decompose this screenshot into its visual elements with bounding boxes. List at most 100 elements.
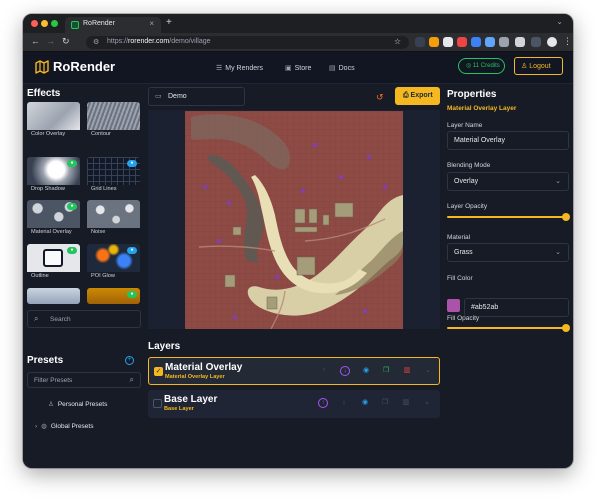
download-icon[interactable] [515,37,525,47]
layer-checkbox[interactable]: ✓ [154,367,163,376]
url-host: rorender.com [128,38,170,45]
effect-color-overlay[interactable]: Color Overlay [27,102,80,142]
slider-handle[interactable] [562,213,570,221]
effect-outline[interactable]: ● Outline [27,244,80,284]
reload-icon[interactable]: ↻ [62,36,70,47]
nav-label: My Renders [225,65,264,72]
trash-icon[interactable]: ▥ [402,366,412,376]
fill-opacity-slider[interactable] [447,324,570,332]
effect-partial[interactable] [27,288,80,304]
eye-icon[interactable]: ● [67,160,77,167]
outline-shape [43,249,63,267]
layer-opacity-label: Layer Opacity [447,203,488,210]
effect-partial[interactable]: ● [87,288,140,304]
fill-color-swatch[interactable] [447,299,460,312]
blending-mode-label: Blending Mode [447,162,491,169]
tab-list-chevron-icon[interactable]: ⌄ [556,17,563,26]
close-window-button[interactable] [31,20,38,27]
slider-handle[interactable] [562,324,570,332]
effect-noise[interactable]: Noise [87,200,140,240]
chevron-down-icon[interactable]: ⌄ [422,398,432,408]
properties-title: Properties [447,89,497,100]
chevron-right-icon: › [35,423,38,430]
eye-icon[interactable]: ◉ [361,366,371,376]
nav-my-renders[interactable]: ☰ My Renders [216,64,263,72]
left-panel: Effects Color Overlay Contour ● Drop Sha… [23,84,143,468]
preset-group-global[interactable]: › ◍ Global Presets [35,422,93,430]
address-bar[interactable]: ⚙ https://rorender.com/demo/village ☆ [86,36,409,49]
eye-icon[interactable]: ◉ [360,398,370,408]
extension-icon[interactable] [531,37,541,47]
layer-subtitle: Base Layer [164,406,194,412]
tab-close-icon[interactable]: × [149,19,154,28]
extension-icon[interactable] [443,37,453,47]
layer-name-field[interactable]: Material Overlay [447,131,569,150]
fill-opacity-label: Fill Opacity [447,315,480,322]
eye-icon[interactable]: ● [67,247,77,254]
logout-button[interactable]: ♙ Logout [514,57,563,75]
eye-icon[interactable]: ● [127,160,137,167]
nav-store[interactable]: ▣ Store [285,64,311,72]
extension-icon[interactable] [499,37,509,47]
duplicate-icon[interactable]: ❐ [381,366,391,376]
export-button[interactable]: ⎙ Export [395,87,440,105]
extension-icon[interactable] [471,37,481,47]
new-tab-icon[interactable]: + [166,17,172,28]
url-prefix: https:// [107,38,129,45]
extension-icon[interactable] [415,37,425,47]
eye-icon[interactable]: ● [67,203,77,210]
effect-drop-shadow[interactable]: ● Drop Shadow [27,157,80,197]
move-up-icon[interactable]: ↑ [319,366,329,376]
brand-name[interactable]: RoRender [53,59,115,74]
tab-title: RoRender [83,20,115,27]
move-down-icon[interactable]: ↓ [340,366,350,376]
effects-search-input[interactable]: ⌕ Search [27,310,141,328]
layer-row-material-overlay[interactable]: ✓ Material Overlay Material Overlay Laye… [148,357,440,385]
effect-poi-glow[interactable]: ● POI Glow [87,244,140,284]
effect-thumbnail [87,200,140,228]
minimize-window-button[interactable] [41,20,48,27]
fill-color-input[interactable]: #ab52ab [464,298,569,317]
map-render[interactable] [185,111,403,329]
back-arrow-icon[interactable]: ← [31,36,40,46]
add-preset-icon[interactable]: + [125,356,134,365]
extension-icon[interactable] [429,37,439,47]
extension-icon[interactable] [457,37,467,47]
effect-grid-lines[interactable]: ● Grid Lines [87,157,140,197]
effect-contour[interactable]: Contour [87,102,140,142]
profile-avatar[interactable] [547,37,557,47]
effect-thumbnail [27,102,80,130]
browser-tab[interactable]: RoRender × [65,17,161,33]
preset-selector[interactable]: ▭ Demo [148,87,245,106]
filter-placeholder: Filter Presets [34,377,73,384]
layer-name: Base Layer [164,394,218,405]
preset-group-personal[interactable]: ♙ Personal Presets [48,400,107,408]
browser-menu-icon[interactable]: ⋮ [563,36,572,47]
nav-docs[interactable]: ▤ Docs [329,64,355,72]
filter-presets-input[interactable]: Filter Presets ⌕ [27,372,141,388]
layer-checkbox[interactable] [153,399,162,408]
material-label: Material [447,234,471,241]
slider-track [447,216,565,218]
blending-mode-select[interactable]: Overlay ⌄ [447,172,569,191]
globe-icon: ◍ [41,423,47,430]
material-select[interactable]: Grass ⌄ [447,243,569,262]
move-up-icon[interactable]: ↑ [318,398,328,408]
maximize-window-button[interactable] [51,20,58,27]
eye-icon[interactable]: ● [127,247,137,254]
credits-button[interactable]: ◎ 11 Credits [458,58,505,74]
move-down-icon[interactable]: ↓ [339,398,349,408]
site-info-icon[interactable]: ⚙ [93,38,99,46]
forward-arrow-icon[interactable]: → [46,36,55,46]
layer-opacity-slider[interactable] [447,213,570,221]
reset-icon[interactable]: ↺ [376,92,384,103]
extension-icon[interactable] [485,37,495,47]
eye-icon[interactable]: ● [127,291,137,298]
trash-icon[interactable]: ▥ [401,398,411,408]
effect-material-overlay[interactable]: ● Material Overlay [27,200,80,240]
bookmark-star-icon[interactable]: ☆ [394,37,401,46]
duplicate-icon[interactable]: ❐ [380,398,390,408]
chevron-down-icon: ⌄ [555,178,561,185]
chevron-down-icon[interactable]: ⌄ [423,366,433,376]
layer-row-base-layer[interactable]: Base Layer Base Layer ↑ ↓ ◉ ❐ ▥ ⌄ [148,390,440,418]
